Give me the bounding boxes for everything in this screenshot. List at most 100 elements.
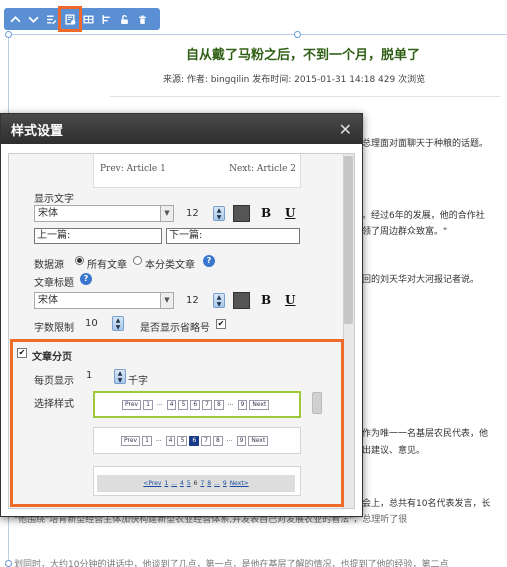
char-limit-label: 字数限制 <box>34 323 74 334</box>
per-page-label: 每页显示 <box>34 376 74 387</box>
pager-preview: <Prev 1... 4 5 6 7 8... 9 Next> <box>97 475 295 492</box>
bold-button[interactable]: B <box>261 206 271 220</box>
chevron-down-icon: ▼ <box>160 206 173 221</box>
article-text-line: 回的刘天华对大河报记者说。 <box>362 275 480 285</box>
preview-prev: Prev: Article 1 <box>100 164 166 174</box>
resize-handle[interactable] <box>294 31 301 38</box>
per-page-unit: 千字 <box>128 376 148 387</box>
pager-item: 4 <box>165 436 176 446</box>
grid-icon[interactable] <box>81 12 96 27</box>
pager-item: 7 <box>201 436 211 446</box>
pager-link: 8 <box>207 480 212 487</box>
pager-preview: Prev 1... 4 5 6 7 8... 9 Next <box>121 436 269 446</box>
pager-item: ... <box>154 400 165 410</box>
pager-link: <Prev <box>143 480 162 487</box>
article-text-line: 领了周边群众致富。" <box>362 227 448 237</box>
next-text-field[interactable]: 下一篇: <box>166 228 300 244</box>
pager-item: 4 <box>166 400 177 410</box>
scrollbar-track[interactable] <box>343 154 354 508</box>
style-settings-icon[interactable] <box>58 6 82 32</box>
style-list-scrollbar[interactable] <box>312 392 322 414</box>
ellipsis-checkbox[interactable]: ✔ <box>216 319 226 329</box>
font-select[interactable]: 宋体 ▼ <box>34 205 174 222</box>
article-text-line: 出建议、意见。 <box>362 446 426 456</box>
article-meta: 来源: 作者: bingqilin 发布时间: 2015-01-31 14:18… <box>163 75 426 85</box>
dialog-title: 样式设置 <box>11 123 64 139</box>
radio-all-articles[interactable] <box>75 256 84 265</box>
pager-link: Next> <box>229 480 249 487</box>
pager-style-option-2[interactable]: Prev 1... 4 5 6 7 8... 9 Next <box>93 427 301 454</box>
title-underline-button[interactable]: U <box>285 293 295 307</box>
article-text-line: 划同时，大约10分钟的讲话中，他谈到了几点，第一点，是他在基层了解的情况，也提到… <box>14 560 449 567</box>
font-select-value: 宋体 <box>38 208 58 219</box>
title-size-value[interactable]: 12 <box>186 292 199 309</box>
element-toolbar <box>4 6 160 32</box>
underline-button[interactable]: U <box>285 206 295 220</box>
data-source-label: 数据源 <box>34 260 64 271</box>
pager-item: 6 <box>189 436 200 446</box>
preview-box: Prev: Article 1 Next: Article 2 <box>93 154 301 188</box>
preview-next: Next: Article 2 <box>229 164 296 174</box>
article-text-line: 作为唯一一名基层农民代表，他 <box>362 429 489 439</box>
prev-text-field[interactable]: 上一篇: <box>34 228 162 244</box>
pager-item: 9 <box>237 400 248 410</box>
selection-guide-horizontal <box>8 34 507 35</box>
char-limit-value[interactable]: 10 <box>85 315 98 332</box>
pager-link: 1 <box>164 480 169 487</box>
move-down-icon[interactable] <box>26 12 41 27</box>
pagination-checkbox[interactable]: ✔ <box>17 348 27 358</box>
article-title-label: 文章标题 <box>34 278 74 289</box>
title-size-stepper[interactable]: ▲ ▼ <box>213 293 225 308</box>
delete-icon[interactable] <box>135 12 150 27</box>
color-swatch[interactable] <box>233 205 250 222</box>
article-title: 自从戴了马粉之后，不到一个月，脱单了 <box>186 48 421 63</box>
title-color-swatch[interactable] <box>233 292 250 309</box>
title-bold-button[interactable]: B <box>261 293 271 307</box>
dialog-header: 样式设置 ✕ <box>1 114 362 144</box>
resize-handle[interactable] <box>5 560 12 567</box>
close-icon[interactable]: ✕ <box>339 120 352 139</box>
pager-item: 5 <box>178 400 189 410</box>
char-limit-stepper[interactable]: ▲ ▼ <box>112 316 124 331</box>
chevron-down-icon: ▼ <box>160 293 173 308</box>
divider <box>110 96 500 97</box>
ellipsis-label: 是否显示省略号 <box>140 323 210 334</box>
radio-category-articles[interactable] <box>133 256 142 265</box>
pager-link: 7 <box>200 480 205 487</box>
align-icon[interactable] <box>99 12 114 27</box>
unlock-icon[interactable] <box>117 12 132 27</box>
title-font-select[interactable]: 宋体 ▼ <box>34 292 174 309</box>
font-size-stepper[interactable]: ▲ ▼ <box>213 206 225 221</box>
style-label: 选择样式 <box>34 399 74 410</box>
edit-icon[interactable] <box>44 12 59 27</box>
move-up-icon[interactable] <box>8 12 23 27</box>
pager-item: ... <box>225 400 236 410</box>
pager-link: 4 <box>179 480 184 487</box>
font-size-value[interactable]: 12 <box>186 205 199 222</box>
pager-item: 1 <box>142 436 152 446</box>
pager-item: Prev <box>122 400 142 410</box>
pager-item: 7 <box>202 400 212 410</box>
pager-style-option-1[interactable]: Prev 1... 4 5 6 7 8... 9 Next <box>93 391 301 418</box>
display-text-label: 显示文字 <box>34 194 74 205</box>
scrollbar-thumb[interactable] <box>344 156 353 324</box>
article-text-line: 会上，总共有10名代表发言，长 <box>362 499 491 509</box>
pager-link: ... <box>171 480 177 487</box>
per-page-stepper[interactable]: ▲ ▼ <box>114 369 126 384</box>
article-text-line: 总理面对面聊天于种粮的话题。 <box>362 139 489 149</box>
help-icon[interactable]: ? <box>80 273 92 285</box>
help-icon[interactable]: ? <box>203 255 215 267</box>
pager-item: 5 <box>177 436 188 446</box>
pager-item: Next <box>248 436 269 446</box>
pager-item: ... <box>224 436 235 446</box>
pager-link: 9 <box>222 480 227 487</box>
pager-item: 9 <box>236 436 247 446</box>
pager-link: ... <box>214 480 220 487</box>
pager-item: 8 <box>213 400 224 410</box>
pager-item: Next <box>249 400 270 410</box>
radio-all-articles-label: 所有文章 <box>87 260 127 271</box>
title-font-value: 宋体 <box>38 295 58 306</box>
per-page-value[interactable]: 1 <box>86 367 92 384</box>
resize-handle[interactable] <box>5 31 12 38</box>
pager-item: 8 <box>212 436 223 446</box>
